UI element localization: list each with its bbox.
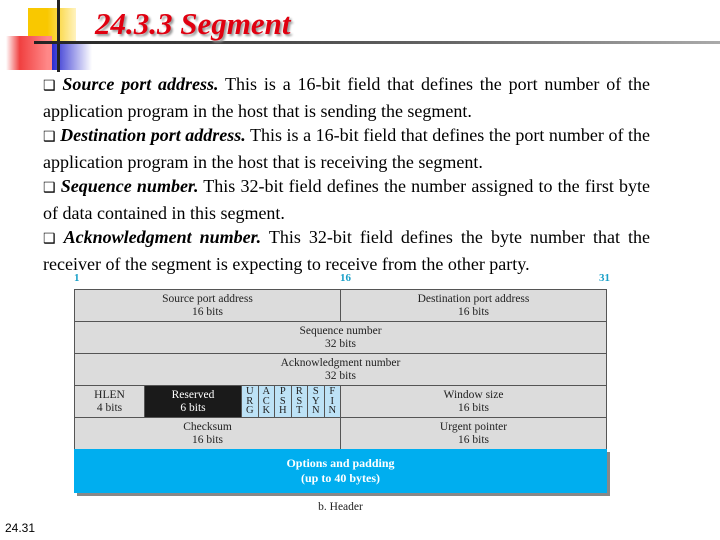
ack-number-field: Acknowledgment number 32 bits [74,353,607,386]
flag-label: FIN [328,386,337,417]
hlen-field: HLEN 4 bits [74,385,145,418]
field-name: Source port address [162,292,253,305]
bullet-sequence-number: ❑ Sequence number. This 32-bit field def… [43,174,650,225]
decoration-vertical-line [57,0,60,72]
bullet-term: Destination port address. [60,125,246,145]
urgent-pointer-field: Urgent pointer 16 bits [340,417,607,450]
bullet-source-port: ❑ Source port address. This is a 16-bit … [43,72,650,123]
flag-label: SYN [311,386,320,417]
field-name: Destination port address [417,292,530,305]
slide-title: 24.3.3 Segment [95,6,291,41]
field-name: Window size [443,388,504,401]
field-size: (up to 40 bytes) [300,471,380,485]
sequence-number-field: Sequence number 32 bits [74,321,607,354]
field-name: Acknowledgment number [280,356,401,369]
field-name: Checksum [183,420,232,433]
bullet-destination-port: ❑ Destination port address. This is a 16… [43,123,650,174]
flag-label: URG [245,386,254,417]
slide-number: 24.31 [5,521,36,535]
flag-label: ACK [262,386,271,417]
bullet-term: Acknowledgment number. [63,227,262,247]
field-size: 32 bits [325,369,356,382]
reserved-field: Reserved 6 bits [144,385,242,418]
field-size: 32 bits [325,337,356,350]
field-size: 16 bits [458,305,489,318]
field-size: 16 bits [192,305,223,318]
field-name: Urgent pointer [439,420,508,433]
flag-label: PSH [278,386,287,417]
bit-label-mid: 16 [340,272,351,284]
checkbox-square-icon: ❑ [43,181,56,196]
field-name: Options and padding [286,456,395,470]
source-port-field: Source port address 16 bits [74,289,341,322]
flag-psh: PSH [274,385,292,418]
flag-urg: URG [241,385,259,418]
flag-syn: SYN [307,385,325,418]
flag-ack: ACK [257,385,275,418]
checksum-field: Checksum 16 bits [74,417,341,450]
bit-label-start: 1 [74,272,80,284]
flag-rst: RST [290,385,308,418]
bullet-ack-number: ❑ Acknowledgment number. This 32-bit fie… [43,225,650,276]
checkbox-square-icon: ❑ [43,130,56,145]
bullet-list: ❑ Source port address. This is a 16-bit … [43,72,650,276]
checkbox-square-icon: ❑ [43,232,56,247]
tcp-header-diagram: 1 16 31 Source port address 16 bits Desti… [74,272,610,522]
field-size: 16 bits [458,401,489,414]
field-name: Reserved [171,388,215,401]
flag-label: RST [295,386,303,417]
field-size: 6 bits [180,401,206,414]
window-size-field: Window size 16 bits [340,385,607,418]
field-size: 16 bits [192,433,223,446]
field-size: 4 bits [96,401,123,414]
field-name: Sequence number [299,324,382,337]
field-name: HLEN [94,388,125,401]
diagram-caption: b. Header [318,501,363,513]
field-size: 16 bits [458,433,489,446]
bullet-term: Sequence number. [60,176,199,196]
bit-label-end: 31 [599,272,610,284]
destination-port-field: Destination port address 16 bits [340,289,607,322]
checkbox-square-icon: ❑ [43,79,56,94]
flag-fin: FIN [323,385,341,418]
bullet-term: Source port address. [62,74,219,94]
options-padding-field: Options and padding (up to 40 bytes) [74,449,607,493]
